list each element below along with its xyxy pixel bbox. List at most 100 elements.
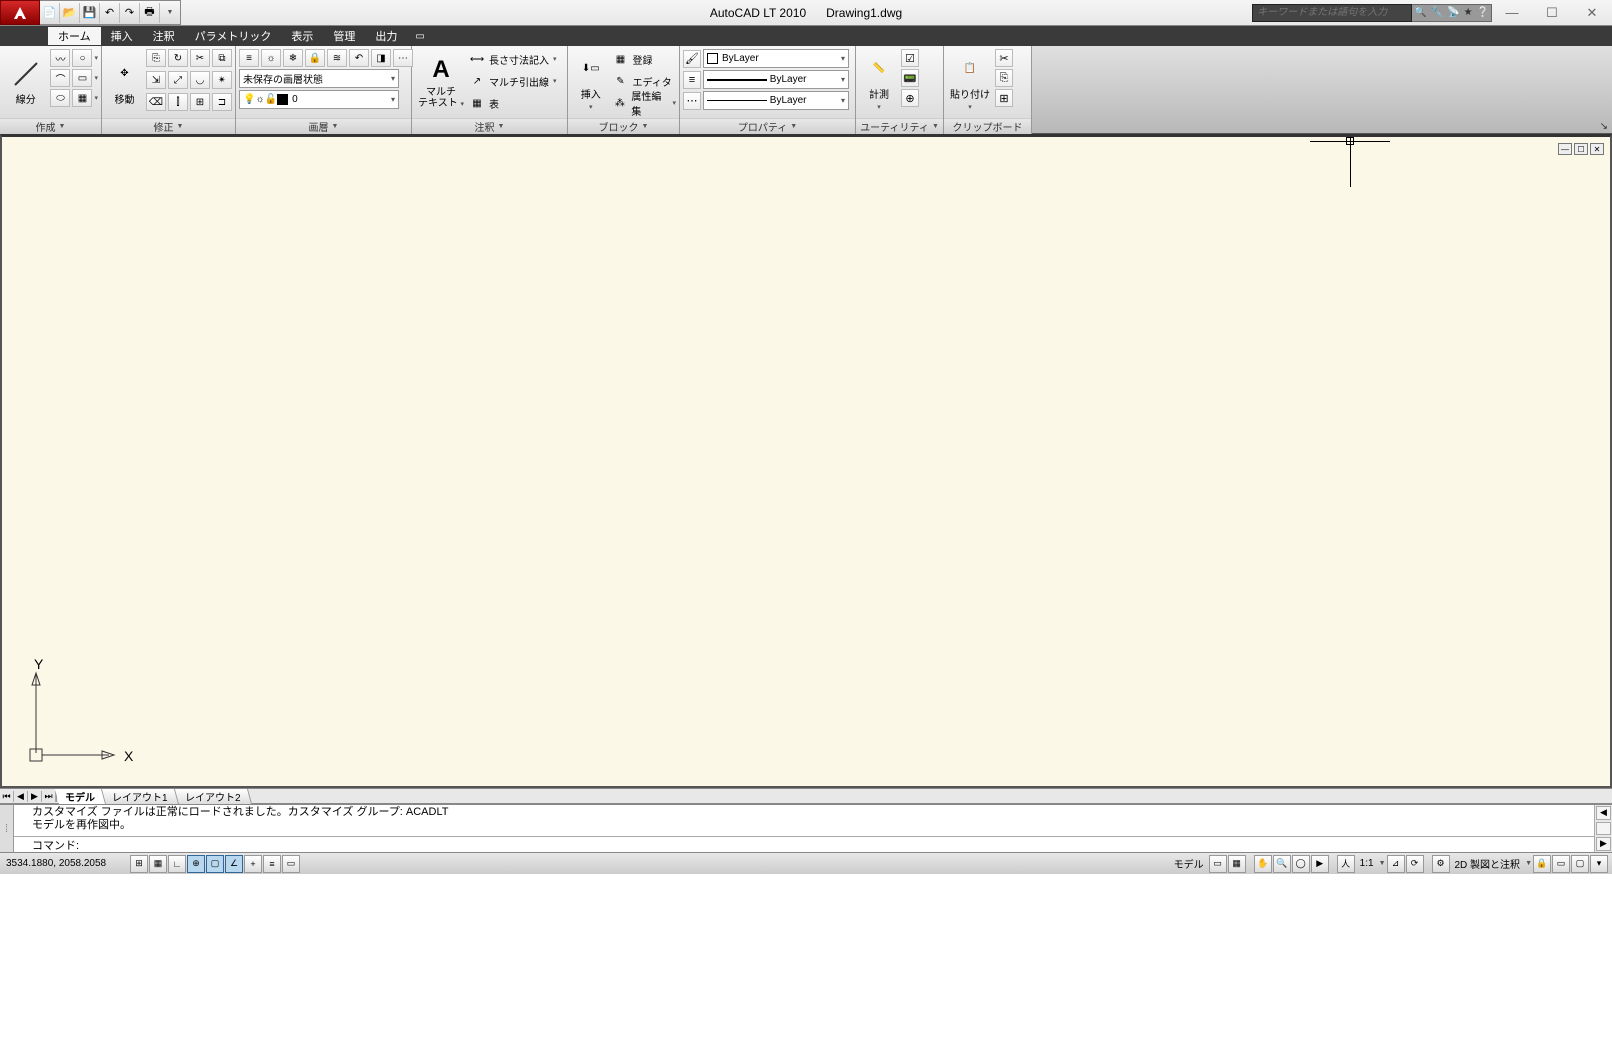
qp-toggle[interactable]: ▭ [282,855,300,873]
qat-new-icon[interactable]: 📄 [40,3,60,23]
tab-last-icon[interactable]: ⏭ [42,791,56,802]
join-icon[interactable]: ⊐ [212,93,232,111]
move-button[interactable]: ✥ 移動 [105,49,144,115]
tab-view[interactable]: 表示 [281,27,323,45]
layer-more-icon[interactable]: ⋯ [393,49,413,67]
app-menu-button[interactable] [0,0,40,25]
color-dropdown[interactable]: ByLayer [703,49,849,68]
maximize-button[interactable]: ☐ [1532,0,1572,25]
layer-prev-icon[interactable]: ↶ [349,49,369,67]
comm-icon[interactable]: 📡 [1447,7,1459,18]
viewport-maximize-icon[interactable]: ☐ [1574,143,1588,155]
qat-print-icon[interactable]: 🖶 [140,3,160,23]
tab-first-icon[interactable]: ⏮ [0,791,14,802]
quickcalc-icon[interactable]: 📟 [901,69,919,87]
snap-toggle[interactable]: ⊞ [130,855,148,873]
qat-save-icon[interactable]: 💾 [80,3,100,23]
copy-clip-icon[interactable]: ⎘ [995,69,1013,87]
stretch-icon[interactable]: ⇲ [146,71,166,89]
workspace-icon[interactable]: ⚙ [1432,855,1450,873]
search-input[interactable] [1252,4,1412,22]
osnap-toggle[interactable]: ▢ [206,855,224,873]
clean-screen-icon[interactable]: ▢ [1571,855,1589,873]
grid-toggle[interactable]: ▦ [149,855,167,873]
layout-tab-model[interactable]: モデル [55,789,106,804]
table-button[interactable]: ▦表 [469,93,557,113]
minimize-button[interactable]: — [1492,0,1532,25]
favorites-icon[interactable]: ★ [1464,7,1473,18]
subscription-icon[interactable]: 🔧 [1431,7,1443,18]
annoscale-icon[interactable]: 人 [1337,855,1355,873]
select-all-icon[interactable]: ☑ [901,49,919,67]
status-tray-icon[interactable]: ▾ [1590,855,1608,873]
close-button[interactable]: ✕ [1572,0,1612,25]
command-grip-icon[interactable]: ⁞ [0,805,14,852]
tab-manage[interactable]: 管理 [323,27,365,45]
polyline-icon[interactable]: 〰 [50,49,70,67]
layer-state-dropdown[interactable]: 未保存の画層状態 [239,69,399,88]
cut-icon[interactable]: ✂ [995,49,1013,67]
command-input[interactable]: コマンド: [14,836,1594,852]
hatch-icon[interactable]: ▦ [72,89,92,107]
explode-icon[interactable]: ✴ [212,71,232,89]
help-icon[interactable]: ❔ [1477,7,1489,18]
annovis-icon[interactable]: ⊿ [1387,855,1405,873]
offset-icon[interactable]: ⫿ [168,93,188,111]
mleader-button[interactable]: ↗マルチ引出線▾ [469,71,557,91]
layer-off-icon[interactable]: ☼ [261,49,281,67]
layer-freeze-icon[interactable]: ❄ [283,49,303,67]
fillet-icon[interactable]: ◡ [190,71,210,89]
layer-current-dropdown[interactable]: 💡 ☼ 🔓 0 [239,90,399,109]
attedit-button[interactable]: ⁂属性編集▾ [613,93,677,113]
steering-icon[interactable]: ◯ [1292,855,1310,873]
pan-icon[interactable]: ✋ [1254,855,1272,873]
tab-parametric[interactable]: パラメトリック [185,27,282,45]
qat-redo-icon[interactable]: ↷ [120,3,140,23]
match-prop-icon[interactable]: 🖌 [683,50,701,68]
otrack-toggle[interactable]: ∠ [225,855,243,873]
quickview-drawings-icon[interactable]: ▦ [1228,855,1246,873]
tab-prev-icon[interactable]: ◀ [14,791,28,802]
copy-base-icon[interactable]: ⊞ [995,89,1013,107]
circle-icon[interactable]: ○ [72,49,92,67]
hardware-icon[interactable]: ▭ [1552,855,1570,873]
tab-next-icon[interactable]: ▶ [28,791,42,802]
layer-iso-icon[interactable]: ◨ [371,49,391,67]
drawing-canvas[interactable]: — ☐ ✕ Y X [0,134,1612,788]
mirror-icon[interactable]: ⧉ [212,49,232,67]
tab-home[interactable]: ホーム [48,27,101,45]
polar-toggle[interactable]: ⊕ [187,855,205,873]
insert-block-button[interactable]: ⬇▭ 挿入▾ [571,49,611,115]
block-create-button[interactable]: ▦登録 [613,49,677,69]
rotate-icon[interactable]: ↻ [168,49,188,67]
model-space-button[interactable]: モデル [1170,856,1208,871]
trim-icon[interactable]: ✂ [190,49,210,67]
erase-icon[interactable]: ⌫ [146,93,166,111]
linetype-dropdown[interactable]: ByLayer [703,91,849,110]
paste-button[interactable]: 📋 貼り付け▾ [947,49,993,115]
annoauto-icon[interactable]: ⟳ [1406,855,1424,873]
scroll-left-icon[interactable]: ◀ [1596,806,1611,820]
scroll-right-icon[interactable]: ▶ [1596,837,1611,851]
qat-dropdown-icon[interactable]: ▼ [160,3,180,23]
tab-insert[interactable]: 挿入 [101,27,143,45]
copy-icon[interactable]: ⎘ [146,49,166,67]
layout-tab-1[interactable]: レイアウト1 [102,789,179,804]
ribbon-minimize-icon[interactable]: ▭ [415,31,424,42]
annotation-scale[interactable]: 1:1 [1356,858,1378,869]
ellipse-icon[interactable]: ⬭ [50,89,70,107]
quickview-layouts-icon[interactable]: ▭ [1209,855,1227,873]
qat-open-icon[interactable]: 📂 [60,3,80,23]
workspace-label[interactable]: 2D 製図と注釈 [1451,856,1525,871]
lwt-toggle[interactable]: ≡ [263,855,281,873]
toolbar-lock-icon[interactable]: 🔒 [1533,855,1551,873]
dimension-button[interactable]: ⟷長さ寸法記入▾ [469,49,557,69]
viewport-close-icon[interactable]: ✕ [1590,143,1604,155]
search-icon[interactable]: 🔍 [1414,7,1426,18]
qat-undo-icon[interactable]: ↶ [100,3,120,23]
lt-icon[interactable]: ⋯ [683,92,701,110]
showmotion-icon[interactable]: ▶ [1311,855,1329,873]
panel-launcher-icon[interactable]: ↘ [1600,121,1608,132]
layout-tab-2[interactable]: レイアウト2 [175,789,252,804]
lineweight-dropdown[interactable]: ByLayer [703,70,849,89]
